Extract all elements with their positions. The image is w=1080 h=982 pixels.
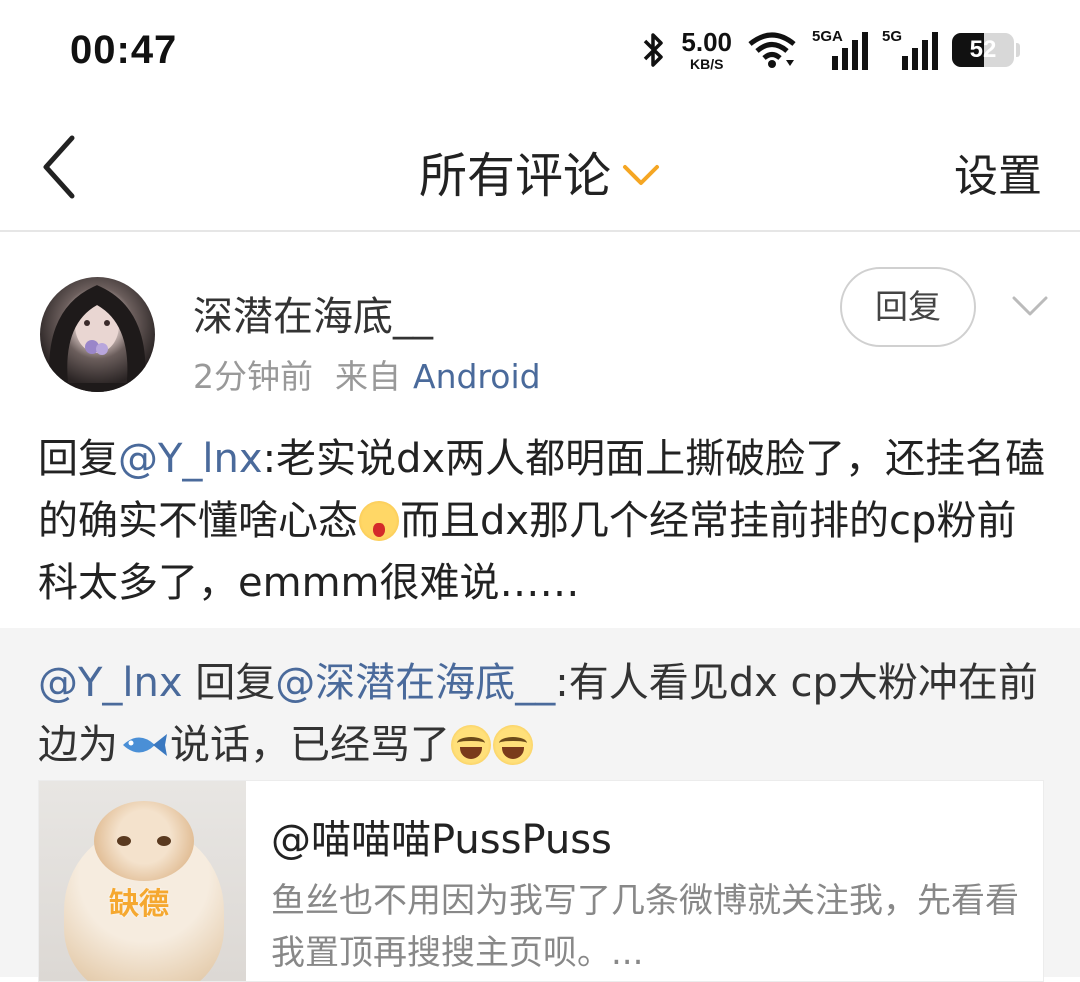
avatar[interactable] xyxy=(40,277,155,392)
reply-button[interactable]: 回复 xyxy=(840,267,976,347)
comment-time: 2分钟前 xyxy=(193,357,313,396)
page-title-text: 所有评论 xyxy=(418,148,611,204)
signal-5ga-label: 5GA xyxy=(812,28,843,45)
comment-reply-prefix: 回复 xyxy=(38,436,118,482)
status-bar: 00:47 5.00 KB/S 5GA 5G 52 xyxy=(0,0,1080,100)
chevron-down-icon xyxy=(623,165,659,185)
linked-profile-card[interactable]: 缺德 @喵喵喵PussPuss 鱼丝也不用因为我写了几条微博就关注我，先看看我置… xyxy=(38,780,1044,982)
page-title[interactable]: 所有评论 xyxy=(0,136,1080,206)
status-time: 00:47 xyxy=(70,28,178,72)
laughing-emoji-icon xyxy=(493,725,533,765)
quoted-reply[interactable]: @Y_lnx 回复@深潜在海底__:有人看见dx cp大粉冲在前边为 说话，已经… xyxy=(0,628,1080,982)
drooling-emoji-icon xyxy=(359,501,399,541)
quote-reply-word: 回复 xyxy=(195,660,276,706)
battery-level: 52 xyxy=(969,36,997,63)
quote-text-part2: 说话，已经骂了 xyxy=(170,722,450,768)
more-options-chevron-icon[interactable] xyxy=(1010,292,1050,320)
network-speed-unit: KB/S xyxy=(689,56,724,72)
battery-tip xyxy=(1016,43,1020,57)
network-speed: 5.00 KB/S xyxy=(681,29,732,71)
laughing-emoji-icon xyxy=(451,725,491,765)
quoted-reply-text: @Y_lnx 回复@深潜在海底__:有人看见dx cp大粉冲在前边为 说话，已经… xyxy=(38,652,1048,776)
comment-username[interactable]: 深潜在海底__ xyxy=(193,284,433,342)
comment-meta: 2分钟前 来自 Android xyxy=(193,350,541,398)
avatar-portrait xyxy=(49,285,146,392)
network-speed-value: 5.00 xyxy=(681,27,732,57)
fish-emoji-icon xyxy=(123,734,167,756)
signal-5g-icon: 5G xyxy=(882,28,938,70)
signal-5g-label: 5G xyxy=(882,28,903,45)
card-cat-image: 缺德 xyxy=(39,781,246,981)
bluetooth-icon xyxy=(644,33,664,67)
title-bar: 所有评论 设置 xyxy=(0,100,1080,232)
quote-author-link[interactable]: @Y_lnx xyxy=(38,660,183,706)
quote-mention-link[interactable]: @深潜在海底__ xyxy=(275,660,555,706)
status-icons: 5.00 KB/S 5GA 5G 52 xyxy=(641,28,1020,72)
comment-mention-link[interactable]: @Y_lnx xyxy=(118,436,263,482)
card-image-label: 缺德 xyxy=(109,887,169,922)
comment-text: 回复@Y_lnx:老实说dx两人都明面上撕破脸了，还挂名磕的确实不懂啥心态 而且d… xyxy=(38,428,1048,614)
settings-button[interactable]: 设置 xyxy=(954,140,1042,204)
card-description: 鱼丝也不用因为我写了几条微博就关注我，先看看我置顶再搜搜主页呗。... xyxy=(271,881,1019,973)
battery-icon: 52 xyxy=(952,33,1014,67)
comment-device: Android xyxy=(413,357,541,396)
card-title: @喵喵喵PussPuss xyxy=(271,817,612,863)
signal-5ga-icon: 5GA xyxy=(812,28,868,70)
comment-source-prefix: 来自 xyxy=(335,357,401,396)
wifi-icon xyxy=(748,32,796,68)
